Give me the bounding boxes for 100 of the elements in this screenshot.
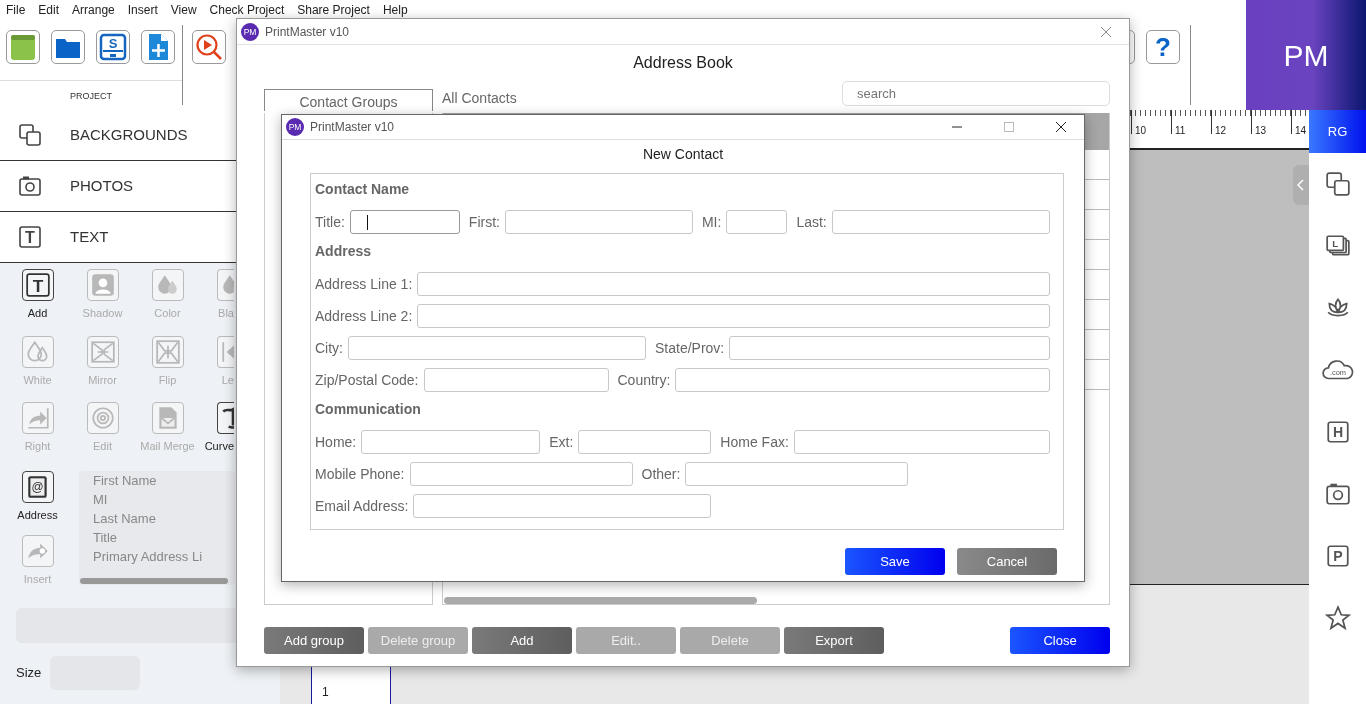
ruler-number: 10	[1131, 110, 1171, 134]
input-field[interactable]	[349, 210, 460, 234]
menu-item[interactable]: Help	[382, 0, 408, 20]
field-label: MI:	[701, 212, 722, 232]
field-label: Other:	[641, 464, 681, 484]
field-label: Email Address:	[315, 496, 409, 516]
ruler-number: 11	[1171, 110, 1211, 134]
ruler-number: 13	[1251, 110, 1291, 134]
toolbar-button[interactable]	[6, 30, 40, 64]
field-label: Size	[16, 663, 42, 682]
list-item[interactable]: First Name	[93, 470, 221, 490]
account-button[interactable]: RG	[1309, 110, 1366, 153]
input-field[interactable]	[361, 430, 541, 454]
maximize-icon	[1003, 121, 1015, 133]
input-field[interactable]	[793, 430, 1050, 454]
preview-button[interactable]	[192, 30, 226, 64]
letter-icon[interactable]: P	[1324, 543, 1351, 569]
input-field[interactable]	[726, 210, 788, 234]
input-field[interactable]	[417, 272, 1050, 296]
input-field[interactable]	[578, 430, 712, 454]
dialog-button[interactable]: Save	[845, 548, 945, 575]
field-label: Title:	[315, 212, 345, 232]
magnifier-icon	[194, 32, 224, 62]
input-field[interactable]	[504, 210, 693, 234]
text-cursor	[366, 215, 368, 230]
menu-item[interactable]: View	[170, 0, 197, 20]
item-label: TEXT	[70, 226, 109, 247]
section-heading: Address	[315, 243, 372, 259]
item-label: PHOTOS	[70, 175, 134, 196]
camera-icon[interactable]	[1324, 481, 1351, 507]
tool-button[interactable]: @ Address	[5, 470, 70, 523]
star-icon[interactable]	[1324, 605, 1351, 631]
collapse-tab[interactable]	[1293, 165, 1309, 205]
list-heading: All Contacts	[442, 89, 517, 108]
menu-item[interactable]: Arrange	[72, 0, 115, 20]
logo: PM	[1246, 0, 1366, 110]
input-field[interactable]	[675, 368, 1050, 392]
window-title: PrintMaster v10	[265, 23, 351, 41]
list-item[interactable]: MI	[93, 489, 221, 509]
curve-icon	[220, 405, 234, 431]
toolbar-button[interactable]	[51, 30, 85, 64]
dialog-button[interactable]: Export	[784, 627, 884, 654]
camera-icon	[18, 174, 42, 198]
window-title: PrintMaster v10	[310, 119, 396, 136]
letter-icon[interactable]: H	[1324, 419, 1351, 445]
close-icon	[1100, 25, 1112, 38]
ruler-number: 12	[1211, 110, 1251, 134]
input-field[interactable]	[417, 304, 1050, 328]
field-label: Last:	[796, 212, 827, 232]
dialog-button[interactable]: Cancel	[957, 548, 1057, 575]
input-field[interactable]	[685, 462, 909, 486]
field-label: Address Line 1:	[315, 274, 413, 294]
section-heading: Contact Name	[315, 181, 410, 197]
input-field[interactable]	[423, 368, 609, 392]
toolbar-button[interactable]: S	[96, 30, 130, 64]
search-field[interactable]: search	[842, 81, 1110, 106]
group-label: PROJECT	[70, 91, 112, 101]
menu-item[interactable]: Edit	[38, 0, 60, 20]
input-field[interactable]	[409, 462, 633, 486]
toolbar-button[interactable]	[141, 30, 175, 64]
field-label: Ext:	[549, 432, 574, 452]
menu-item[interactable]: File	[6, 0, 26, 20]
text-icon: T	[24, 272, 51, 298]
tool-button[interactable]: T Add	[5, 269, 70, 322]
chevron-icon	[1297, 179, 1305, 191]
dialog-button[interactable]: Add group	[264, 627, 364, 654]
field-label: Home Fax:	[720, 432, 789, 452]
input-field[interactable]	[831, 210, 1050, 234]
app-logo-icon: PM	[241, 22, 259, 41]
close-icon	[1055, 121, 1067, 133]
field-label: Country:	[617, 370, 671, 390]
tab[interactable]: Contact Groups	[264, 89, 433, 111]
scrollbar[interactable]	[444, 597, 757, 604]
gear-icon	[89, 405, 116, 431]
menu-item[interactable]: Share Project	[297, 0, 370, 20]
field-label: Mobile Phone:	[315, 464, 405, 484]
dialog-button[interactable]: Add	[472, 627, 572, 654]
list-item[interactable]: Title	[93, 527, 221, 547]
field-list[interactable]: First Name MI Last Name Title Primary Address Li	[79, 470, 235, 585]
input-field[interactable]	[729, 336, 1050, 360]
field-label: Zip/Postal Code:	[315, 370, 419, 390]
list-item[interactable]: Primary Address Li	[93, 546, 221, 566]
layers-icon	[18, 123, 42, 147]
field-label: State/Prov:	[655, 338, 725, 358]
item-label: BACKGROUNDS	[70, 124, 188, 145]
field-label: Home:	[315, 432, 357, 452]
notebook-icon	[8, 32, 38, 62]
layers-icon[interactable]	[1324, 171, 1351, 197]
mirror-icon	[89, 338, 116, 365]
input-field[interactable]	[348, 336, 646, 360]
scrollbar[interactable]	[80, 577, 228, 584]
section-heading: Communication	[315, 401, 421, 417]
menu-item[interactable]: Check Project	[209, 0, 285, 20]
text-icon: T	[18, 225, 42, 249]
input-field[interactable]	[413, 494, 712, 518]
menu-item[interactable]: Insert	[127, 0, 158, 20]
list-item[interactable]: Last Name	[93, 508, 221, 528]
help-button[interactable]: ?	[1146, 30, 1180, 64]
field-label: First:	[468, 212, 500, 232]
dialog-button[interactable]: Close	[1010, 627, 1110, 654]
